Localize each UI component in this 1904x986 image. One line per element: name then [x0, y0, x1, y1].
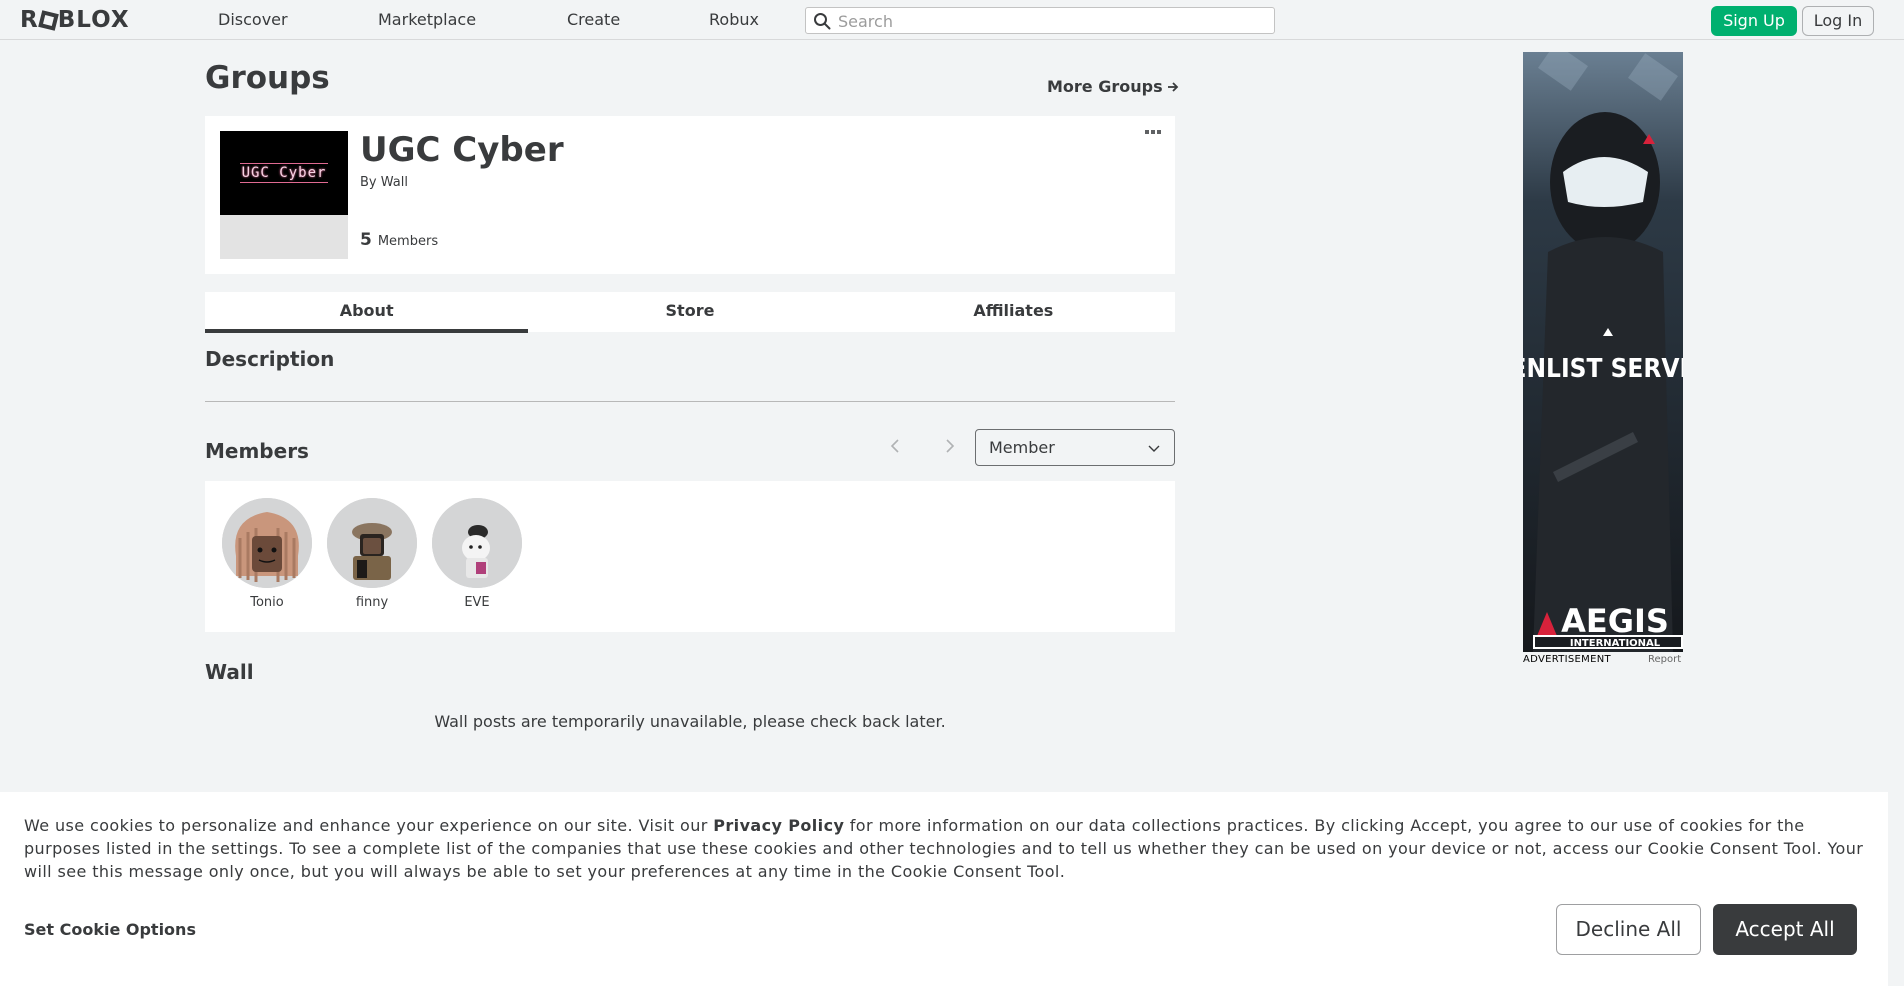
by-prefix: By	[360, 175, 377, 190]
member-count: 5 Members	[360, 230, 438, 250]
tab-store[interactable]: Store	[528, 292, 851, 332]
logo-letter-r: R	[20, 7, 39, 33]
report-ad-link[interactable]: Report	[1648, 654, 1681, 665]
group-emblem-image: UGC Cyber	[220, 131, 348, 215]
accept-all-button[interactable]: Accept All	[1713, 904, 1857, 955]
search-input[interactable]	[838, 10, 1258, 32]
ad-headline: ENLIST SERVE	[1523, 354, 1683, 384]
avatar	[432, 498, 522, 588]
advertisement-image: ENLIST SERVE AEGIS INTERNATIONAL	[1523, 52, 1683, 652]
nav-discover[interactable]: Discover	[218, 10, 288, 29]
members-heading: Members	[205, 439, 309, 463]
group-tabs: About Store Affiliates	[205, 292, 1175, 333]
top-nav: R BLOX Discover Marketplace Create Robux …	[0, 0, 1904, 40]
privacy-policy-link[interactable]: Privacy Policy	[713, 816, 844, 835]
more-groups-label: More Groups	[1047, 77, 1163, 96]
cookie-message: We use cookies to personalize and enhanc…	[24, 814, 1864, 883]
roblox-logo[interactable]: R BLOX	[20, 7, 130, 33]
tab-about[interactable]: About	[205, 292, 529, 333]
nav-marketplace[interactable]: Marketplace	[378, 10, 476, 29]
group-owner-line: By Wall	[360, 175, 408, 190]
chevron-right-icon[interactable]	[939, 436, 959, 456]
tab-affiliates[interactable]: Affiliates	[852, 292, 1175, 332]
members-list: Tonio finny EVE	[205, 481, 1175, 632]
avatar-image	[432, 498, 522, 588]
ad-brand-sub: INTERNATIONAL	[1570, 638, 1661, 649]
more-groups-link[interactable]: More Groups	[1047, 77, 1179, 96]
search-box	[805, 7, 1275, 34]
group-name: UGC Cyber	[360, 130, 564, 170]
signup-button[interactable]: Sign Up	[1711, 6, 1797, 36]
nav-robux[interactable]: Robux	[709, 10, 759, 29]
member-name: Tonio	[250, 595, 284, 610]
description-heading: Description	[205, 347, 335, 371]
member-card-eve[interactable]: EVE	[432, 498, 522, 610]
group-emblem-text: UGC Cyber	[239, 163, 329, 183]
search-icon[interactable]	[813, 12, 831, 30]
cookie-text-before: We use cookies to personalize and enhanc…	[24, 816, 714, 835]
more-options-icon[interactable]	[1145, 130, 1163, 138]
page-title: Groups	[205, 60, 330, 96]
member-card-finny[interactable]: finny	[327, 498, 417, 610]
set-cookie-options-link[interactable]: Set Cookie Options	[24, 920, 196, 939]
arrow-right-icon	[1167, 81, 1178, 92]
member-count-label: Members	[377, 234, 439, 249]
cookie-banner: We use cookies to personalize and enhanc…	[0, 792, 1888, 986]
advertisement-label: ADVERTISEMENT	[1523, 654, 1611, 665]
member-card-tonio[interactable]: Tonio	[222, 498, 312, 610]
chevron-down-icon	[1148, 445, 1160, 452]
group-emblem: UGC Cyber	[220, 131, 348, 259]
chevron-left-icon[interactable]	[886, 436, 906, 456]
decline-all-button[interactable]: Decline All	[1556, 904, 1701, 955]
logo-letters-blox: BLOX	[57, 7, 130, 33]
description-divider	[205, 401, 1175, 402]
member-name: finny	[355, 595, 389, 610]
ad-brand: AEGIS	[1561, 602, 1669, 640]
role-dropdown[interactable]: Member	[975, 429, 1175, 466]
login-button[interactable]: Log In	[1802, 6, 1874, 36]
wall-unavailable-message: Wall posts are temporarily unavailable, …	[434, 712, 946, 731]
avatar-image	[222, 498, 312, 588]
group-header-card: UGC Cyber UGC Cyber By Wall 5 Members	[205, 116, 1175, 274]
role-dropdown-value: Member	[989, 438, 1055, 457]
advertisement-banner[interactable]: ENLIST SERVE AEGIS INTERNATIONAL	[1523, 52, 1683, 652]
logo-letter-o	[37, 9, 59, 31]
group-owner-link[interactable]: Wall	[381, 175, 408, 190]
member-name: EVE	[464, 595, 490, 610]
member-count-value: 5	[360, 230, 372, 250]
wall-heading: Wall	[205, 660, 254, 684]
avatar-image	[327, 498, 417, 588]
nav-create[interactable]: Create	[567, 10, 620, 29]
avatar	[222, 498, 312, 588]
avatar	[327, 498, 417, 588]
